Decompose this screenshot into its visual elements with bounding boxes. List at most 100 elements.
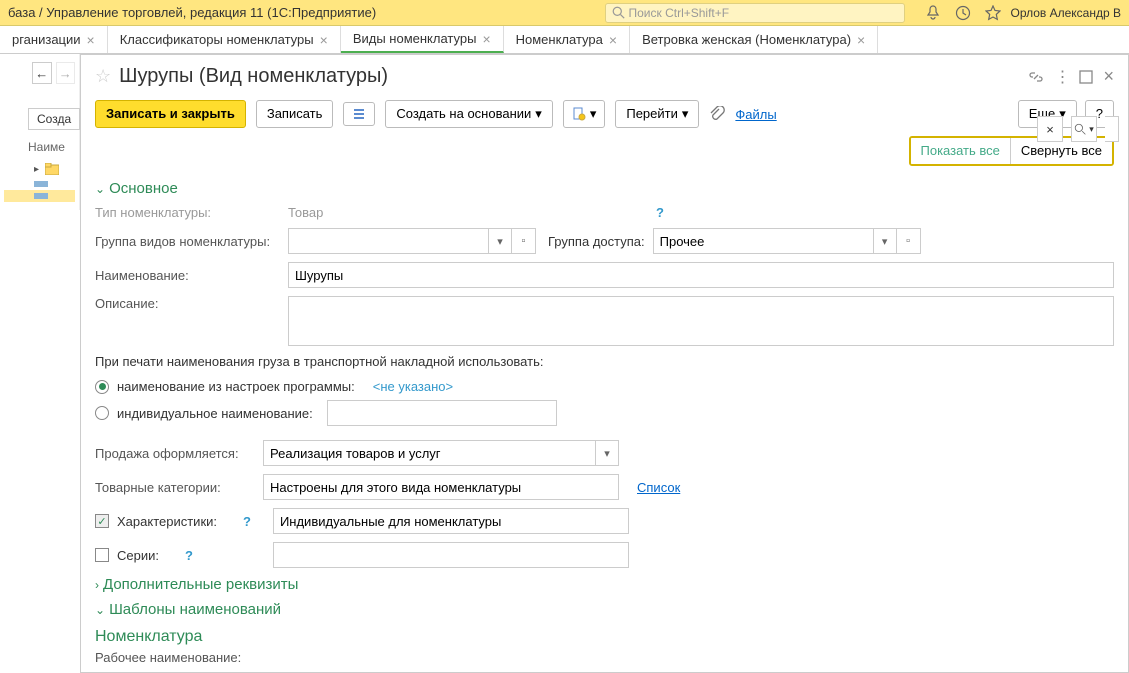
forward-button[interactable]: →: [56, 62, 76, 84]
tab-nomenclature[interactable]: Номенклатура×: [504, 26, 630, 53]
goto-button[interactable]: Перейти ▾: [615, 100, 699, 128]
folder-icon: [45, 163, 59, 175]
overflow[interactable]: [1105, 116, 1119, 142]
work-name-label: Рабочее наименование:: [95, 650, 1114, 665]
tab-bar: рганизации× Классификаторы номенклатуры×…: [0, 26, 1129, 54]
title-bar: база / Управление торговлей, редакция 11…: [0, 0, 1129, 26]
doc-icon-button[interactable]: ▾: [563, 100, 606, 128]
create-button[interactable]: Созда: [28, 108, 80, 130]
open-icon[interactable]: ▫: [897, 228, 921, 254]
global-search[interactable]: Поиск Ctrl+Shift+F: [605, 3, 905, 23]
dropdown-icon[interactable]: ▾: [488, 228, 512, 254]
dropdown-icon[interactable]: ▾: [595, 440, 619, 466]
window-header: ☆ Шурупы (Вид номенклатуры) ⋮ ×: [81, 55, 1128, 96]
tab-kinds[interactable]: Виды номенклатуры×: [341, 26, 504, 53]
open-icon[interactable]: ▫: [512, 228, 536, 254]
group-label: Группа видов номенклатуры:: [95, 234, 280, 249]
show-all-button[interactable]: Показать все: [911, 138, 1011, 164]
form-title: Шурупы (Вид номенклатуры): [119, 65, 1020, 88]
access-group-field[interactable]: [653, 228, 873, 254]
name-label: Наименование:: [95, 268, 280, 283]
favorite-star-icon[interactable]: ☆: [95, 66, 111, 87]
close-button[interactable]: ×: [1037, 116, 1063, 142]
chevron-right-icon: ›: [95, 578, 99, 592]
radio1-value[interactable]: <не указано>: [373, 379, 453, 394]
chevron-down-icon: ⌄: [95, 603, 105, 617]
access-group-label: Группа доступа:: [548, 234, 645, 249]
attachment-icon[interactable]: [709, 106, 725, 122]
type-value: Товар: [288, 205, 648, 220]
save-and-close-button[interactable]: Записать и закрыть: [95, 100, 246, 128]
access-group-input[interactable]: ▾ ▫: [653, 228, 921, 254]
dropdown-icon[interactable]: ▾: [873, 228, 897, 254]
char-label: Характеристики:: [117, 514, 235, 529]
close-icon[interactable]: ×: [320, 32, 328, 48]
chevron-down-icon: ▾: [682, 105, 689, 123]
search-button[interactable]: ▾: [1071, 116, 1097, 142]
type-label: Тип номенклатуры:: [95, 205, 280, 220]
name-field[interactable]: [288, 262, 1114, 288]
section-main[interactable]: ⌄Основное: [95, 180, 1114, 197]
individual-name-field[interactable]: [327, 400, 557, 426]
tab-vetrovka[interactable]: Ветровка женская (Номенклатура)×: [630, 26, 878, 53]
document-icon: [572, 107, 586, 121]
print-note: При печати наименования груза в транспор…: [95, 354, 1114, 369]
series-field[interactable]: [273, 542, 629, 568]
form-content: ⌄Основное Тип номенклатуры: Товар ? Груп…: [81, 174, 1128, 672]
left-panel: ← → Созда Наиме ▸: [0, 54, 80, 210]
help-icon[interactable]: ?: [185, 548, 193, 563]
radio1-label: наименование из настроек программы:: [117, 379, 355, 394]
sale-field[interactable]: [263, 440, 595, 466]
section-additional[interactable]: ›Дополнительные реквизиты: [95, 576, 1114, 593]
chevron-down-icon: ▾: [590, 105, 597, 123]
series-checkbox[interactable]: [95, 548, 109, 562]
star-icon[interactable]: [985, 5, 1001, 21]
cat-list-link[interactable]: Список: [637, 480, 680, 495]
topbar-icons: [925, 5, 1001, 21]
user-name[interactable]: Орлов Александр В: [1011, 6, 1122, 20]
char-field[interactable]: [273, 508, 629, 534]
subtoolbar: Показать все Свернуть все: [81, 136, 1128, 174]
tree-row-selected[interactable]: [4, 190, 75, 202]
link-icon[interactable]: [1028, 69, 1044, 85]
close-icon[interactable]: ×: [609, 32, 617, 48]
list-icon: [352, 107, 366, 121]
tree-row[interactable]: ▸: [4, 160, 75, 178]
desc-label: Описание:: [95, 296, 280, 311]
desc-field[interactable]: [288, 296, 1114, 346]
help-icon[interactable]: ?: [656, 205, 664, 220]
search-icon: [1074, 123, 1087, 136]
create-based-button[interactable]: Создать на основании ▾: [385, 100, 552, 128]
tab-classifiers[interactable]: Классификаторы номенклатуры×: [108, 26, 341, 53]
app-title: база / Управление торговлей, редакция 11…: [8, 5, 376, 20]
close-icon[interactable]: ×: [857, 32, 865, 48]
chevron-down-icon: ▾: [535, 105, 542, 123]
item-icon: [34, 181, 48, 187]
radio-program-name[interactable]: [95, 380, 109, 394]
radio-individual-name[interactable]: [95, 406, 109, 420]
group-field[interactable]: [288, 228, 488, 254]
tree-row[interactable]: [4, 178, 75, 190]
sale-label: Продажа оформляется:: [95, 446, 255, 461]
search-icon: [612, 6, 625, 19]
back-button[interactable]: ←: [32, 62, 52, 84]
close-icon[interactable]: ×: [482, 31, 490, 47]
bg-right-buttons: × ▾: [1037, 116, 1119, 142]
close-icon[interactable]: ×: [1103, 66, 1114, 87]
help-icon[interactable]: ?: [243, 514, 251, 529]
files-link[interactable]: Файлы: [735, 107, 776, 122]
list-icon-button[interactable]: [343, 102, 375, 126]
sale-input[interactable]: ▾: [263, 440, 619, 466]
characteristics-checkbox[interactable]: [95, 514, 109, 528]
group-input[interactable]: ▾ ▫: [288, 228, 536, 254]
close-icon[interactable]: ×: [87, 32, 95, 48]
kebab-icon[interactable]: ⋮: [1054, 67, 1069, 87]
bell-icon[interactable]: [925, 5, 941, 21]
maximize-icon[interactable]: [1079, 70, 1093, 84]
history-icon[interactable]: [955, 5, 971, 21]
section-nomenclature: Номенклатура: [95, 628, 1114, 646]
cat-field[interactable]: [263, 474, 619, 500]
save-button[interactable]: Записать: [256, 100, 334, 128]
section-templates[interactable]: ⌄Шаблоны наименований: [95, 601, 1114, 618]
tab-organizations[interactable]: рганизации×: [0, 26, 108, 53]
